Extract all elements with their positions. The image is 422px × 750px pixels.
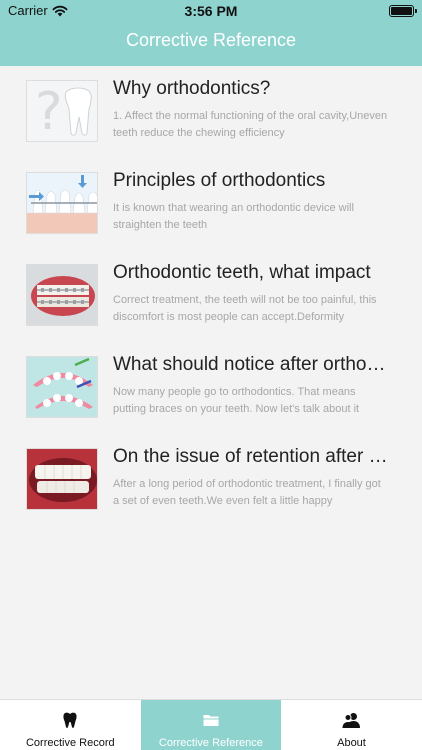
tab-bar: Corrective Record Corrective Reference A… [0, 699, 422, 750]
folder-icon [203, 715, 219, 726]
article-title: Why orthodontics? [113, 78, 271, 99]
article-description: Now many people go to orthodontics. That… [113, 386, 360, 415]
article-title: What should notice after orthodontics [113, 354, 393, 375]
article-description: 1. Affect the normal functioning of the … [113, 110, 388, 139]
battery-icon [389, 5, 417, 17]
list-item[interactable]: On the issue of retention after orthodon… [0, 434, 422, 524]
people-icon [342, 713, 361, 728]
tab-label: About [337, 737, 366, 749]
tab-corrective-record[interactable]: Corrective Record [0, 700, 141, 750]
tab-corrective-reference[interactable]: Corrective Reference [140, 700, 282, 750]
status-time: 3:56 PM [184, 3, 238, 19]
tab-about[interactable]: About [281, 700, 422, 750]
tab-label: Corrective Record [25, 737, 115, 749]
svg-text:?: ? [35, 82, 63, 142]
list-item[interactable]: What should notice after orthodontics No… [0, 342, 422, 432]
retainer-teeth-photo [26, 448, 98, 510]
article-description: Correct treatment, the teeth will not be… [113, 294, 377, 323]
article-description: It is known that wearing an orthodontic … [113, 202, 354, 231]
list-item[interactable]: Principles of orthodontics It is known t… [0, 158, 422, 248]
tab-label: Corrective Reference [158, 737, 263, 749]
braces-teeth-photo [26, 264, 98, 326]
article-title: Principles of orthodontics [113, 170, 326, 191]
page-title: Corrective Reference [125, 30, 297, 50]
navigation-header: Carrier 3:56 PM Corrective Reference [0, 0, 422, 66]
list-item[interactable]: ? Why orthodontics? 1. Affect the normal… [0, 66, 422, 156]
tooth-icon [63, 712, 77, 728]
article-title: On the issue of retention after orthodon… [113, 446, 393, 467]
cartoon-brushing-image [26, 356, 98, 418]
tooth-question-image: ? [26, 80, 98, 142]
list-item[interactable]: Orthodontic teeth, what impact Correct t… [0, 250, 422, 340]
braces-diagram-image [26, 172, 98, 234]
article-description: After a long period of orthodontic treat… [113, 478, 381, 507]
status-bar: Carrier 3:56 PM [0, 0, 422, 22]
article-title: Orthodontic teeth, what impact [113, 262, 371, 283]
